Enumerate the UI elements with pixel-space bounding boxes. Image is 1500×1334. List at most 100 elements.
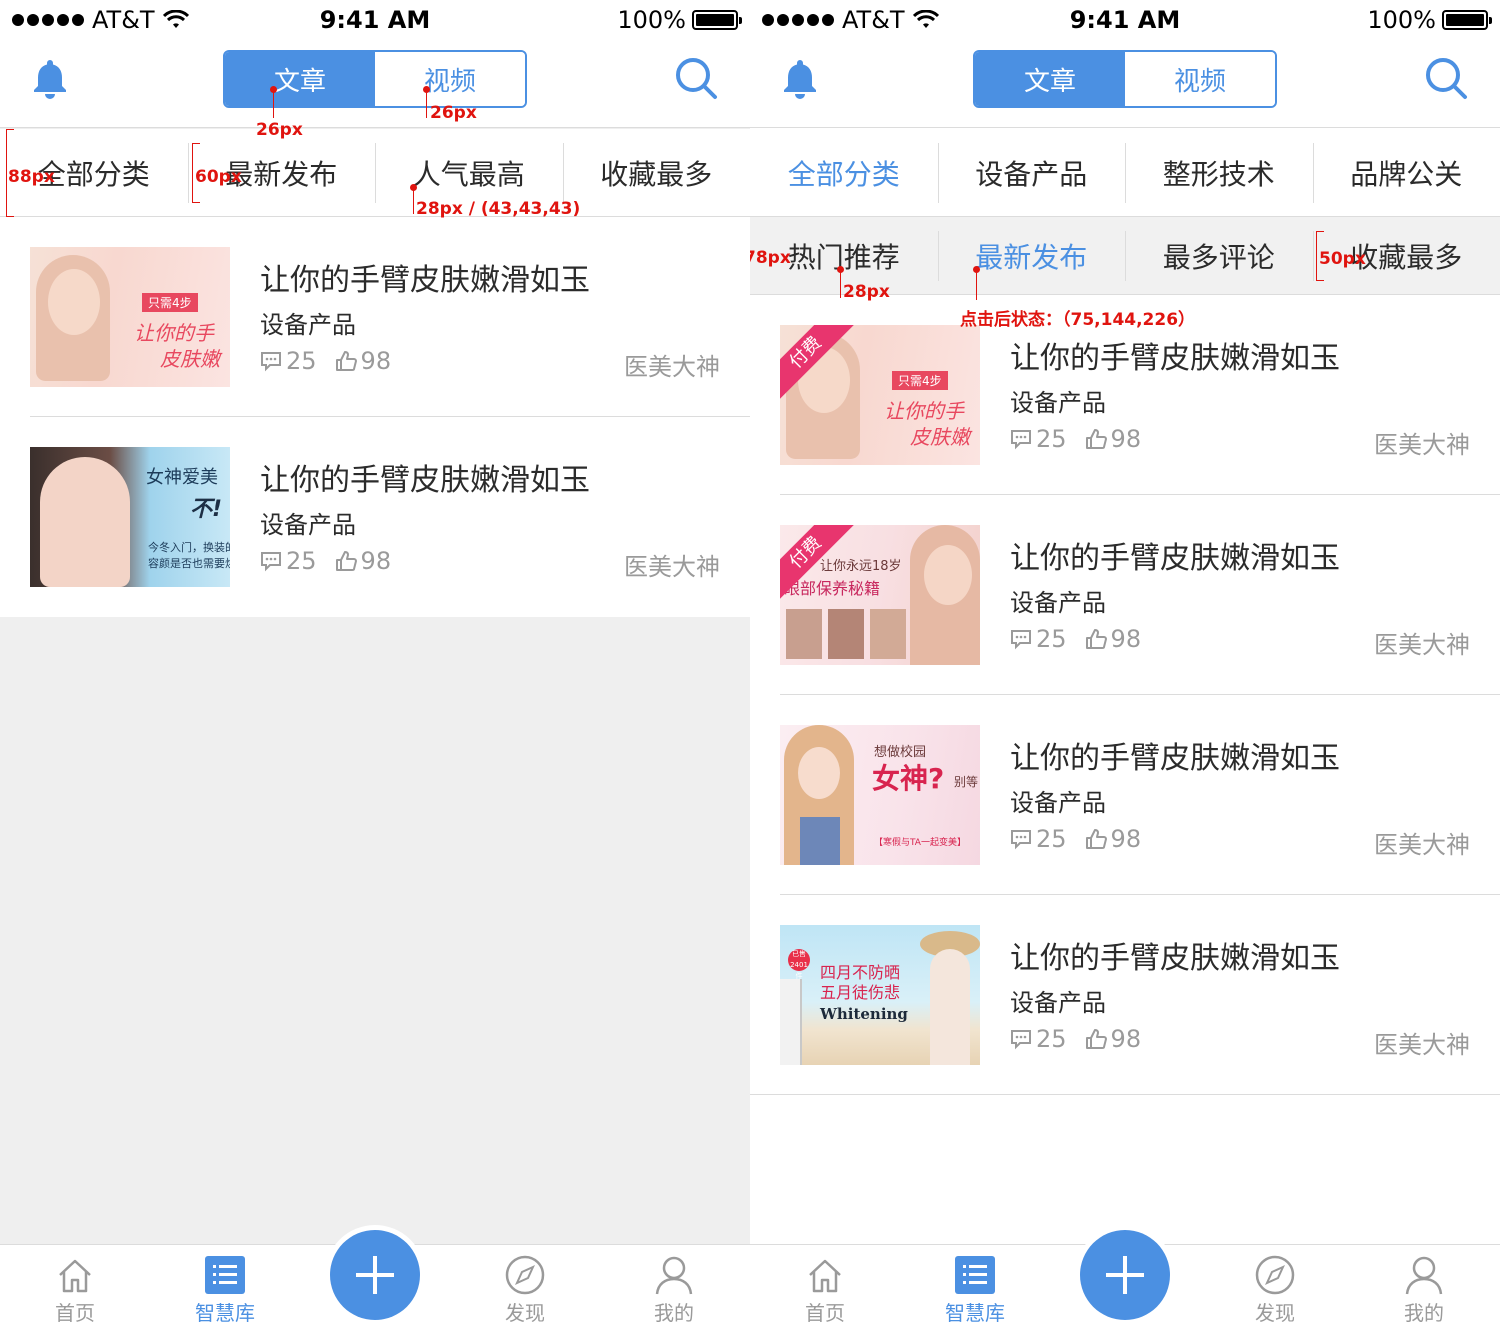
thumb-text: 只需4步: [892, 371, 948, 390]
thumb-text: 只需4步: [142, 293, 198, 312]
thumb-text: 皮肤嫩: [160, 347, 220, 371]
article-item[interactable]: 让你永远18岁 眼部保养秘籍 付费 让你的手臂皮肤嫩滑如玉 设备产品 25 98…: [750, 495, 1500, 695]
article-item[interactable]: 只需4步 让你的手 皮肤嫩 让你的手臂皮肤嫩滑如玉 设备产品 25 98 医美大…: [0, 217, 750, 417]
tab-surgery-tech[interactable]: 整形技术: [1125, 129, 1313, 216]
thumb-text: 别等: [954, 775, 979, 789]
annotation-label: 点击后状态：（75,144,226）: [960, 310, 1196, 330]
article-thumbnail: 让你永远18岁 眼部保养秘籍 付费: [780, 525, 980, 665]
battery-icon: [692, 10, 742, 30]
bell-icon[interactable]: [28, 56, 72, 100]
annotation-line: [976, 270, 977, 300]
thumb-text: 让你的手: [134, 321, 214, 345]
article-thumbnail: 已售 2401件 四月不防晒 五月徒伤悲 Whitening: [780, 925, 980, 1065]
tabbar-discover[interactable]: 发现: [465, 1255, 585, 1326]
thumbs-up-icon: [1085, 829, 1107, 849]
status-bar: AT&T 9:41 AM 100%: [750, 0, 1500, 40]
tabbar-discover-label: 发现: [505, 1301, 545, 1325]
tabbar-mine[interactable]: 我的: [614, 1255, 734, 1326]
thumb-text: 今冬入门，换装的: [148, 541, 230, 554]
annotation-label: 60px: [195, 167, 242, 187]
comment-icon: [1011, 1030, 1031, 1050]
article-category: 设备产品: [1010, 589, 1106, 617]
comment-count: 25: [1036, 625, 1067, 653]
tab-latest[interactable]: 最新发布: [937, 217, 1126, 294]
article-author: 医美大神: [1374, 631, 1470, 659]
tabbar-discover[interactable]: 发现: [1215, 1255, 1335, 1326]
tab-article[interactable]: 文章: [975, 52, 1125, 106]
thumbs-up-icon: [1085, 429, 1107, 449]
comment-count: 25: [1036, 1025, 1067, 1053]
user-icon: [655, 1256, 693, 1295]
annotation-line: [840, 270, 841, 298]
article-author: 医美大神: [624, 553, 720, 581]
article-title: 让你的手臂皮肤嫩滑如玉: [260, 463, 590, 498]
annotation-label: 26px: [430, 103, 477, 123]
thumb-text: 皮肤嫩: [910, 425, 970, 449]
comment-icon: [1011, 430, 1031, 450]
thumb-text: 女神爱美: [146, 467, 218, 488]
thumbs-up-icon: [335, 351, 357, 371]
annotation-label: 88px: [8, 167, 55, 187]
annotation-label: 26px: [256, 120, 303, 140]
tabbar-library-label: 智慧库: [945, 1301, 1005, 1325]
annotation-line: [413, 188, 414, 214]
tabbar-mine[interactable]: 我的: [1364, 1255, 1484, 1326]
like-count: 98: [1110, 425, 1142, 453]
article-item[interactable]: 女神爱美 不! 今冬入门，换装的 容颜是否也需要焕 让你的手臂皮肤嫩滑如玉 设备…: [0, 417, 750, 617]
add-button[interactable]: [330, 1230, 420, 1320]
annotation-label: 78px: [750, 248, 791, 268]
bell-icon[interactable]: [778, 56, 822, 100]
tab-article[interactable]: 文章: [225, 52, 375, 106]
tabbar-library[interactable]: 智慧库: [165, 1255, 285, 1326]
tab-video[interactable]: 视频: [375, 52, 525, 106]
search-icon[interactable]: [1424, 56, 1468, 100]
article-title: 让你的手臂皮肤嫩滑如玉: [1010, 541, 1340, 576]
article-item[interactable]: 已售 2401件 四月不防晒 五月徒伤悲 Whitening 让你的手臂皮肤嫩滑…: [750, 895, 1500, 1095]
article-title: 让你的手臂皮肤嫩滑如玉: [260, 263, 590, 298]
tab-equipment[interactable]: 设备产品: [937, 129, 1126, 216]
thumb-text: 五月徒伤悲: [820, 983, 901, 1002]
battery-icon: [1442, 10, 1492, 30]
article-thumbnail: 想做校园 女神? 别等 【寒假与TA一起变美】: [780, 725, 980, 865]
article-title: 让你的手臂皮肤嫩滑如玉: [1010, 341, 1340, 376]
article-author: 医美大神: [624, 353, 720, 381]
search-icon[interactable]: [674, 56, 718, 100]
tabbar-discover-label: 发现: [1255, 1301, 1295, 1325]
like-count: 98: [360, 347, 392, 375]
tab-most-saved[interactable]: 收藏最多: [562, 129, 751, 216]
comment-count: 25: [286, 347, 317, 375]
thumb-text: 女神?: [872, 762, 945, 795]
add-button[interactable]: [1080, 1230, 1170, 1320]
tabbar-home-label: 首页: [805, 1301, 845, 1325]
article-category: 设备产品: [260, 511, 356, 539]
category-tabs: 全部分类 设备产品 整形技术 品牌公关: [750, 129, 1500, 217]
comment-count: 25: [286, 547, 317, 575]
tab-video[interactable]: 视频: [1125, 52, 1275, 106]
tabbar-library[interactable]: 智慧库: [915, 1255, 1035, 1326]
battery-percent: 100%: [1367, 6, 1436, 34]
article-title: 让你的手臂皮肤嫩滑如玉: [1010, 941, 1340, 976]
tabbar-home[interactable]: 首页: [765, 1255, 885, 1326]
list-icon: [955, 1256, 995, 1294]
tabbar-home[interactable]: 首页: [15, 1255, 135, 1326]
article-thumbnail: 只需4步 让你的手 皮肤嫩: [30, 247, 230, 387]
tab-brand-pr[interactable]: 品牌公关: [1312, 129, 1500, 216]
status-bar: AT&T 9:41 AM 100%: [0, 0, 750, 40]
annotation-line: [273, 90, 274, 118]
comment-count: 25: [1036, 825, 1067, 853]
article-category: 设备产品: [260, 311, 356, 339]
thumbs-up-icon: [1085, 629, 1107, 649]
comment-icon: [261, 552, 281, 572]
tab-most-comments[interactable]: 最多评论: [1125, 217, 1313, 294]
thumb-text: 容颜是否也需要焕: [148, 557, 230, 570]
tab-all-categories[interactable]: 全部分类: [750, 129, 938, 216]
user-icon: [1405, 1256, 1443, 1295]
thumb-text: 已售 2401件: [788, 949, 810, 980]
category-tabs: 全部分类 最新发布 人气最高 收藏最多: [0, 129, 750, 217]
annotation-label: 28px: [843, 282, 890, 302]
tabbar-library-label: 智慧库: [195, 1301, 255, 1325]
compass-icon: [505, 1255, 545, 1295]
annotation-line: [426, 90, 427, 118]
article-title: 让你的手臂皮肤嫩滑如玉: [1010, 741, 1340, 776]
article-item[interactable]: 想做校园 女神? 别等 【寒假与TA一起变美】 让你的手臂皮肤嫩滑如玉 设备产品…: [750, 695, 1500, 895]
